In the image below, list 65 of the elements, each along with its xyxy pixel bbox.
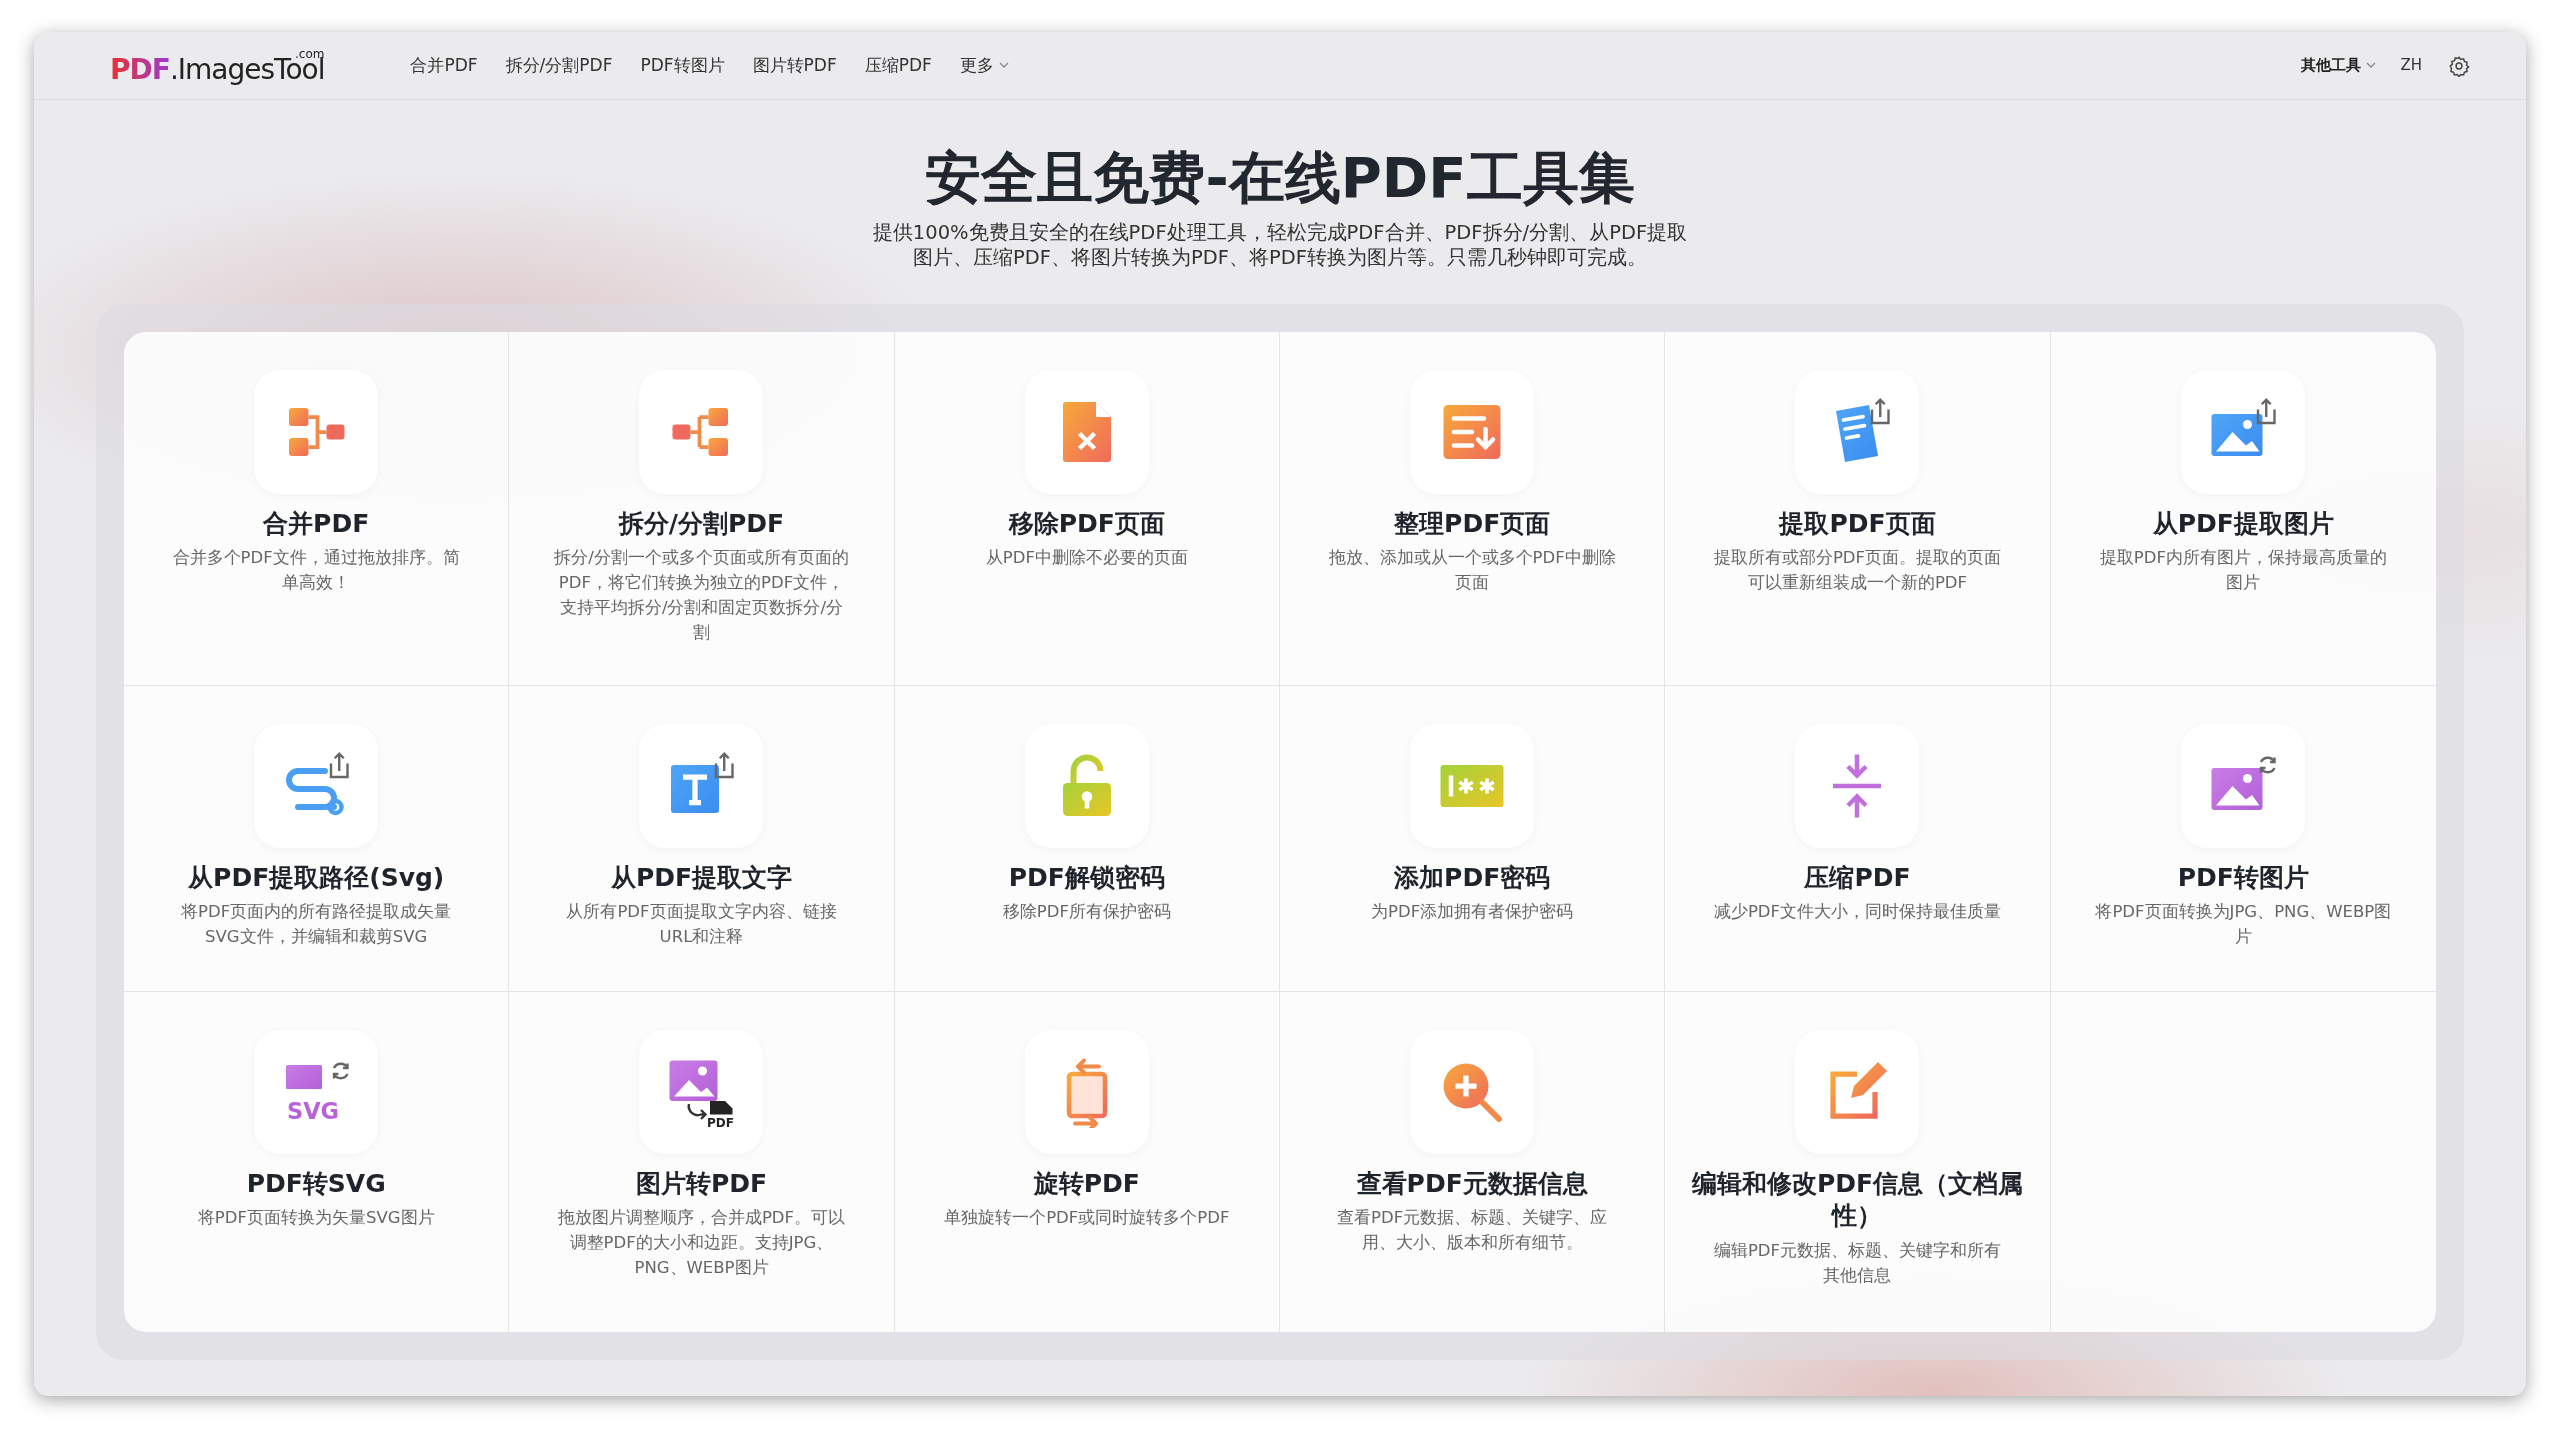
tool-tile[interactable] bbox=[1795, 723, 1920, 848]
nav-link[interactable]: 拆分/分割PDF bbox=[491, 48, 627, 83]
tool-description: 减少PDF文件大小，同时保持最佳质量 bbox=[1713, 901, 2002, 924]
tool-description: 编辑PDF元数据、标题、关键字和所有其他信息 bbox=[1712, 1239, 2003, 1287]
tool-description: 为PDF添加拥有者保护密码 bbox=[1371, 901, 1574, 924]
other-tools-menu[interactable]: 其他工具 bbox=[2295, 50, 2383, 81]
tool-tile[interactable] bbox=[1410, 1029, 1535, 1154]
tool-title[interactable]: 移除PDF页面 bbox=[1008, 507, 1165, 541]
tool-title[interactable]: 从PDF提取文字 bbox=[610, 861, 793, 895]
tool-tile[interactable] bbox=[1795, 369, 1920, 494]
tool-tile[interactable] bbox=[1024, 723, 1149, 848]
tool-tile[interactable] bbox=[1410, 369, 1535, 494]
tool-tile[interactable] bbox=[254, 369, 379, 494]
tool-title[interactable]: 编辑和修改PDF信息（文档属性） bbox=[1687, 1167, 2028, 1233]
tool-title[interactable]: 合并PDF bbox=[263, 507, 370, 541]
tool-title[interactable]: 查看PDF元数据信息 bbox=[1356, 1167, 1588, 1201]
tool-tile[interactable] bbox=[639, 369, 764, 494]
tool-description: 拖放图片调整顺序，合并成PDF。可以调整PDF的大小和边距。支持JPG、PNG、WEBP图片 bbox=[556, 1207, 847, 1279]
tool-description: 拆分/分割一个或多个页面或所有页面的PDF，将它们转换为独立的PDF文件，支持平均拆分/分割和固定页数拆分/分割 bbox=[553, 547, 850, 644]
tool-description: 移除PDF所有保护密码 bbox=[1002, 901, 1171, 924]
tool-description: 从所有PDF页面提取文字内容、链接URL和注释 bbox=[565, 901, 838, 949]
tool-tile[interactable] bbox=[1024, 369, 1149, 494]
page-subtitle: 图片、压缩PDF、将图片转换为PDF、将PDF转换为图片等。只需几秒钟即可完成。 bbox=[912, 245, 1648, 270]
tool-title[interactable]: 压缩PDF bbox=[1804, 861, 1911, 895]
tool-title[interactable]: PDF解锁密码 bbox=[1008, 861, 1165, 895]
nav-link[interactable]: 合并PDF bbox=[396, 48, 492, 83]
caret-icon bbox=[2366, 62, 2377, 70]
tool-title[interactable]: PDF转图片 bbox=[2177, 861, 2309, 895]
tool-tile[interactable] bbox=[639, 723, 764, 848]
tool-description: 合并多个PDF文件，通过拖放排序。简单高效！ bbox=[171, 547, 461, 595]
nav-link[interactable]: PDF转图片 bbox=[626, 48, 739, 83]
tool-description: 将PDF页面转换为矢量SVG图片 bbox=[197, 1207, 435, 1230]
tool-tile[interactable] bbox=[254, 723, 379, 848]
nav-link[interactable]: 压缩PDF bbox=[850, 48, 946, 83]
tool-title[interactable]: 拆分/分割PDF bbox=[618, 507, 785, 541]
tool-description: 拖放、添加或从一个或多个PDF中删除页面 bbox=[1327, 547, 1617, 595]
tool-tile[interactable] bbox=[1410, 723, 1535, 848]
nav-link[interactable]: 图片转PDF bbox=[738, 48, 851, 83]
tool-title[interactable]: 从PDF提取路径(Svg) bbox=[188, 861, 445, 895]
tool-title[interactable]: PDF转SVG bbox=[246, 1167, 386, 1201]
tool-tile[interactable]: SVG bbox=[254, 1029, 379, 1154]
tool-title[interactable]: 从PDF提取图片 bbox=[2152, 507, 2334, 541]
tool-tile[interactable] bbox=[1795, 1029, 1920, 1154]
tool-description: 将PDF页面转换为JPG、PNG、WEBP图片 bbox=[2094, 901, 2393, 949]
tool-title[interactable]: 旋转PDF bbox=[1033, 1167, 1140, 1201]
caret-icon bbox=[998, 62, 1009, 70]
settings-icon[interactable] bbox=[2448, 54, 2470, 77]
tool-tile[interactable] bbox=[2181, 723, 2306, 848]
tool-description: 提取所有或部分PDF页面。提取的页面可以重新组装成一个新的PDF bbox=[1712, 547, 2003, 595]
tool-title[interactable]: 图片转PDF bbox=[635, 1167, 768, 1201]
tool-description: 提取PDF内所有图片，保持最高质量的图片 bbox=[2098, 547, 2388, 595]
tool-description: 将PDF页面内的所有路径提取成矢量SVG文件，并编辑和裁剪SVG bbox=[180, 901, 453, 949]
page-title: 安全且免费-在线PDF工具集 bbox=[924, 144, 1636, 212]
language-button[interactable]: ZH bbox=[2390, 50, 2432, 81]
tool-title[interactable]: 提取PDF页面 bbox=[1779, 507, 1936, 541]
tool-tile[interactable] bbox=[1024, 1029, 1149, 1154]
tool-tile[interactable] bbox=[2181, 369, 2306, 494]
tool-tile[interactable]: PDF bbox=[639, 1029, 764, 1154]
page-subtitle: 提供100%免费且安全的在线PDF处理工具，轻松完成PDF合并、PDF拆分/分割、从PDF提取 bbox=[871, 221, 1689, 246]
tool-description: 从PDF中删除不必要的页面 bbox=[985, 547, 1188, 570]
tool-description: 查看PDF元数据、标题、关键字、应用、大小、版本和所有细节。 bbox=[1336, 1207, 1609, 1255]
tool-title[interactable]: 整理PDF页面 bbox=[1394, 507, 1551, 541]
tool-title[interactable]: 添加PDF密码 bbox=[1394, 861, 1551, 895]
more-menu[interactable]: 更多 bbox=[945, 48, 1023, 83]
tool-description: 单独旋转一个PDF或同时旋转多个PDF bbox=[944, 1207, 1230, 1230]
